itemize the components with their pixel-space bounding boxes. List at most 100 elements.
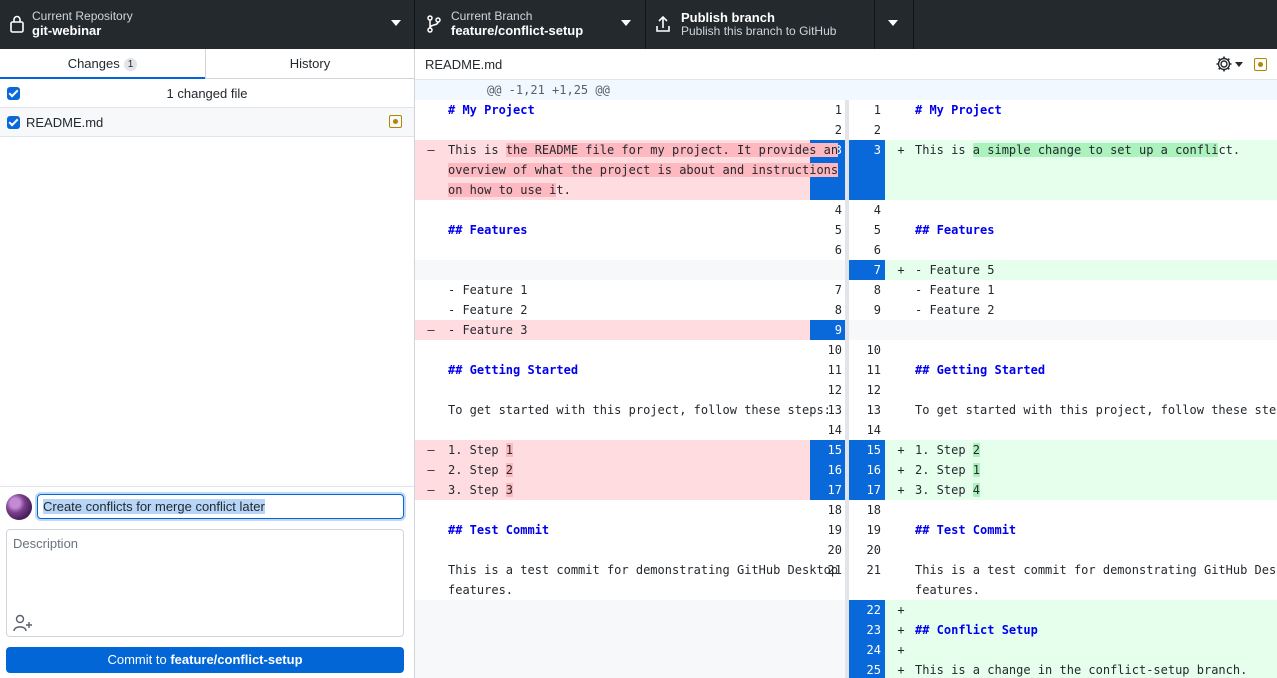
line-number[interactable]: 8 [810, 300, 846, 320]
line-number[interactable]: 20 [849, 540, 885, 560]
empty-line-bg [415, 660, 845, 678]
line-number[interactable]: 25 [849, 660, 885, 678]
line-number[interactable]: 7 [810, 280, 846, 300]
line-number[interactable]: 10 [810, 340, 846, 360]
code-line: 2. Step 1 [915, 460, 981, 480]
line-number[interactable]: 19 [810, 520, 846, 540]
code-line: 2. Step 2 [448, 460, 514, 480]
line-number[interactable]: 11 [849, 360, 885, 380]
select-all-row: 1 changed file [0, 79, 414, 108]
line-number[interactable]: 8 [849, 280, 885, 300]
line-number[interactable]: 16 [810, 460, 846, 480]
code-segment: overview of what the project is about an… [448, 163, 839, 177]
publish-title: Publish branch [681, 10, 775, 25]
line-number[interactable]: 6 [849, 240, 885, 260]
upload-icon [656, 15, 670, 32]
code-line: 1. Step 1 [448, 440, 514, 460]
code-segment: - Feature 1 [448, 283, 528, 297]
repository-selector[interactable]: Current Repository git-webinar [0, 0, 415, 49]
code-segment: This is a change in the conflict-setup b… [915, 663, 1248, 677]
line-number[interactable]: 4 [849, 200, 885, 220]
code-line: features. [448, 580, 513, 600]
chevron-down-icon[interactable] [1235, 62, 1243, 67]
code-segment: To get started with this project, follow… [448, 403, 831, 417]
line-number[interactable]: 10 [849, 340, 885, 360]
branch-selector[interactable]: Current Branch feature/conflict-setup [415, 0, 646, 49]
code-line: 3. Step 4 [915, 480, 981, 500]
empty-line-bg [415, 620, 845, 640]
code-segment: 2. Step [448, 463, 506, 477]
code-segment: - Feature 1 [915, 283, 995, 297]
chevron-down-icon [888, 20, 898, 26]
commit-button[interactable]: Commit to feature/conflict-setup [6, 647, 404, 673]
line-number[interactable]: 19 [849, 520, 885, 540]
repository-title: Current Repository [32, 9, 133, 23]
deletion-marker: – [427, 463, 435, 477]
publish-options-dropdown[interactable] [875, 0, 914, 49]
file-list-item[interactable]: README.md [0, 108, 414, 137]
added-line-bg [849, 260, 1277, 280]
deletion-marker: – [427, 443, 435, 457]
code-line: This is a test commit for demonstrating … [915, 560, 1277, 580]
line-number[interactable]: 18 [849, 500, 885, 520]
line-number[interactable]: 2 [849, 120, 885, 140]
line-number[interactable]: 1 [810, 100, 846, 120]
tab-history[interactable]: History [206, 49, 414, 79]
line-number[interactable]: 12 [849, 380, 885, 400]
hunk-header: @@ -1,21 +1,25 @@ [415, 80, 1277, 100]
line-number[interactable]: 24 [849, 640, 885, 660]
code-segment: - Feature 2 [915, 303, 995, 317]
code-line: ## Getting Started [915, 360, 1045, 380]
tab-changes[interactable]: Changes 1 [0, 49, 205, 79]
chevron-down-icon [391, 20, 401, 26]
code-line: ## Test Commit [915, 520, 1016, 540]
code-segment: on how to use i [448, 183, 557, 197]
line-number[interactable]: 16 [849, 460, 885, 480]
added-line-bg [849, 600, 1277, 620]
line-number[interactable]: 22 [849, 600, 885, 620]
line-number[interactable]: 12 [810, 380, 846, 400]
code-line: ## Conflict Setup [915, 620, 1038, 640]
line-number[interactable]: 5 [849, 220, 885, 240]
line-number[interactable]: 23 [849, 620, 885, 640]
line-number[interactable]: 9 [849, 300, 885, 320]
commit-button-branch: feature/conflict-setup [170, 652, 303, 667]
code-segment: t. [556, 183, 571, 197]
code-segment: ## Getting Started [915, 363, 1046, 377]
line-number[interactable]: 15 [810, 440, 846, 460]
gear-icon[interactable] [1215, 55, 1233, 73]
code-segment: 2 [972, 443, 981, 457]
line-number[interactable]: 5 [810, 220, 846, 240]
line-number[interactable]: 18 [810, 500, 846, 520]
line-number[interactable]: 21 [849, 560, 885, 580]
publish-branch-button[interactable]: Publish branch Publish this branch to Gi… [646, 0, 875, 49]
added-line-bg [849, 640, 1277, 660]
commit-description-input[interactable]: Description [6, 529, 404, 637]
line-number[interactable]: 1 [849, 100, 885, 120]
split-divider[interactable] [845, 100, 849, 678]
commit-summary-input[interactable]: Create conflicts for merge conflict late… [37, 494, 404, 519]
line-number[interactable]: 2 [810, 120, 846, 140]
code-segment: 1 [505, 443, 514, 457]
code-line: # My Project [448, 100, 535, 120]
line-number[interactable]: 13 [849, 400, 885, 420]
added-line-bg [849, 440, 1277, 460]
line-number[interactable]: 6 [810, 240, 846, 260]
line-number[interactable]: 4 [810, 200, 846, 220]
line-number[interactable]: 3 [849, 140, 885, 200]
code-segment: 4 [972, 483, 981, 497]
file-include-checkbox[interactable] [7, 116, 20, 129]
line-number[interactable]: 7 [849, 260, 885, 280]
code-segment: # My Project [915, 103, 1002, 117]
person-add-icon[interactable] [13, 614, 33, 632]
line-number[interactable]: 17 [849, 480, 885, 500]
line-number[interactable]: 14 [849, 420, 885, 440]
line-number[interactable]: 20 [810, 540, 846, 560]
app-toolbar: Current Repository git-webinar Current B… [0, 0, 1277, 49]
line-number[interactable]: 9 [810, 320, 846, 340]
line-number[interactable]: 14 [810, 420, 846, 440]
line-number[interactable]: 17 [810, 480, 846, 500]
commit-form: Create conflicts for merge conflict late… [0, 486, 414, 678]
line-number[interactable]: 15 [849, 440, 885, 460]
line-number[interactable]: 11 [810, 360, 846, 380]
